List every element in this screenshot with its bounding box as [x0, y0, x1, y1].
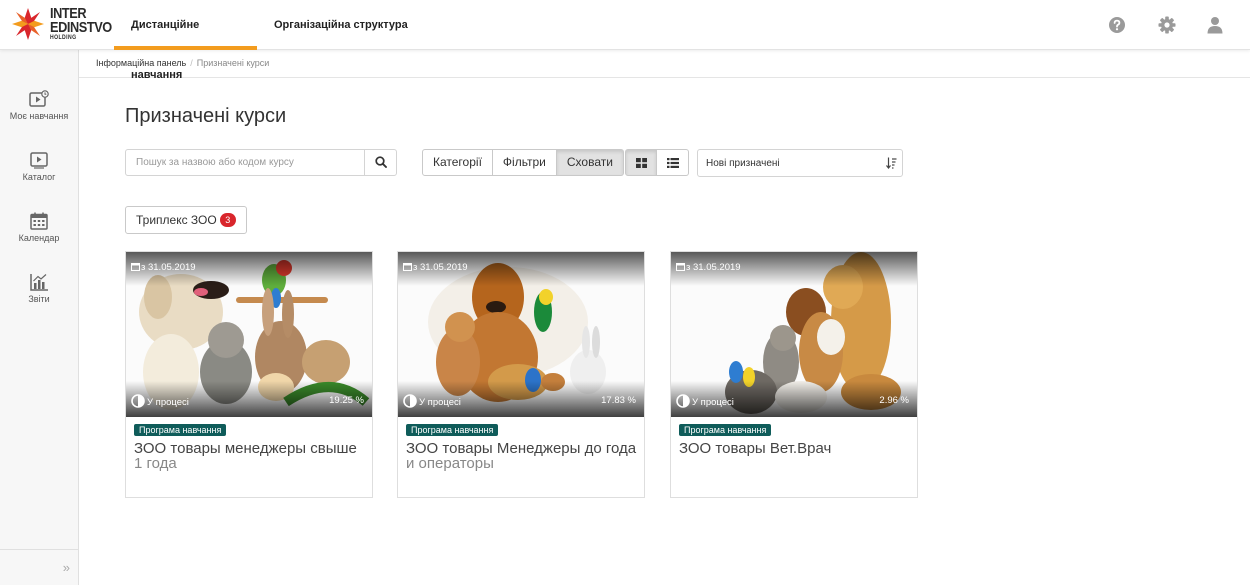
course-card[interactable]: з 31.05.2019 У процесі 19.25 % Програма … — [125, 251, 373, 498]
program-label: Програма навчання — [406, 424, 499, 436]
course-status: У процесі — [131, 394, 189, 408]
half-circle-progress-icon — [676, 394, 690, 408]
calendar-icon — [30, 212, 48, 230]
company-logo[interactable]: INTER EDINSTVO HOLDING — [10, 5, 112, 44]
course-title[interactable]: ЗОО товары менеджеры свыше 1 года — [134, 441, 366, 471]
user-icon[interactable] — [1206, 16, 1224, 34]
grid-view-button[interactable] — [625, 149, 657, 176]
course-status-text: У процесі — [147, 397, 189, 408]
sidebar-item-my-learning[interactable]: Моє навчання — [0, 90, 78, 140]
tab-org-structure[interactable]: Організаційна структура — [257, 0, 425, 50]
hide-button[interactable]: Сховати — [556, 149, 624, 176]
course-title[interactable]: ЗОО товары Вет.Врач — [679, 441, 911, 456]
settings-icon[interactable] — [1158, 16, 1176, 34]
course-status: У процесі — [403, 394, 461, 408]
breadcrumb: Інформаційна панель / Призначені курси — [96, 58, 269, 68]
help-icon[interactable] — [1108, 16, 1126, 34]
calendar-icon — [131, 263, 140, 271]
breadcrumb-current: Призначені курси — [196, 58, 270, 68]
left-sidebar: Моє навчання Каталог Календар Звіти » — [0, 50, 79, 585]
list-view-button[interactable] — [657, 149, 689, 176]
sidebar-item-catalog[interactable]: Каталог — [0, 151, 78, 201]
program-label: Програма навчання — [679, 424, 772, 436]
course-progress: 19.25 % — [329, 395, 364, 406]
sort-descending-icon — [886, 157, 897, 169]
course-progress: 17.83 % — [601, 395, 636, 406]
sidebar-item-label: Календар — [18, 233, 60, 243]
course-date: з 31.05.2019 — [676, 262, 741, 273]
page-title: Призначені курси — [125, 105, 287, 127]
logo-star-icon — [12, 8, 44, 40]
search-input[interactable] — [126, 150, 366, 175]
course-date-text: з 31.05.2019 — [686, 262, 741, 273]
sidebar-item-label: Звіти — [28, 294, 50, 304]
half-circle-progress-icon — [403, 394, 417, 408]
logo-wordmark: INTER EDINSTVO HOLDING — [50, 5, 112, 41]
sidebar-item-calendar[interactable]: Календар — [0, 212, 78, 262]
breadcrumb-bar: Інформаційна панель / Призначені курси — [79, 50, 1250, 78]
view-mode-group — [625, 149, 689, 176]
grid-view-icon — [636, 158, 647, 168]
list-view-icon — [667, 158, 679, 168]
course-date: з 31.05.2019 — [131, 262, 196, 273]
course-date-text: з 31.05.2019 — [141, 262, 196, 273]
sidebar-item-reports[interactable]: Звіти — [0, 273, 78, 323]
course-title[interactable]: ЗОО товары Менеджеры до года и операторы — [406, 441, 638, 471]
calendar-icon — [676, 263, 685, 271]
top-navbar: INTER EDINSTVO HOLDING Дистанційне навча… — [0, 0, 1250, 81]
count-badge: 3 — [219, 213, 236, 227]
search-icon — [375, 156, 387, 168]
tab-distance-learning[interactable]: Дистанційне навчання — [114, 0, 257, 81]
course-status-text: У процесі — [692, 397, 734, 408]
course-title-rest: 1 года — [134, 455, 177, 472]
sidebar-collapse-button[interactable]: » — [0, 549, 78, 585]
filter-button-group: Категорії Фільтри Сховати — [422, 149, 624, 176]
my-learning-icon — [29, 90, 49, 107]
course-image: з 31.05.2019 У процесі 19.25 % — [126, 252, 372, 417]
half-circle-progress-icon — [131, 394, 145, 408]
calendar-icon — [403, 263, 412, 271]
filters-button[interactable]: Фільтри — [492, 149, 557, 176]
categories-button[interactable]: Категорії — [422, 149, 493, 176]
sort-select-value: Нові призначені — [706, 158, 780, 169]
course-progress: 2.96 % — [879, 395, 909, 406]
program-label: Програма навчання — [134, 424, 227, 436]
course-image: з 31.05.2019 У процесі 2.96 % — [671, 252, 917, 417]
course-title-main: ЗОО товары Вет.Врач — [679, 440, 832, 457]
sidebar-item-label: Моє навчання — [9, 111, 69, 121]
course-date-text: з 31.05.2019 — [413, 262, 468, 273]
search-button[interactable] — [364, 150, 396, 175]
sort-select[interactable]: Нові призначені — [697, 149, 903, 177]
course-image: з 31.05.2019 У процесі 17.83 % — [398, 252, 644, 417]
course-date: з 31.05.2019 — [403, 262, 468, 273]
breadcrumb-separator: / — [190, 58, 193, 68]
reports-icon — [30, 274, 48, 291]
category-filter-chip[interactable]: Триплекс ЗОО 3 — [125, 206, 247, 234]
course-status-text: У процесі — [419, 397, 461, 408]
course-title-rest: и операторы — [406, 455, 494, 472]
search-box — [125, 149, 397, 176]
course-card[interactable]: з 31.05.2019 У процесі 17.83 % Програма … — [397, 251, 645, 498]
sidebar-item-label: Каталог — [22, 172, 56, 182]
category-filter-label: Триплекс ЗОО — [136, 213, 217, 227]
course-card[interactable]: з 31.05.2019 У процесі 2.96 % Програма н… — [670, 251, 918, 498]
course-status: У процесі — [676, 394, 734, 408]
catalog-icon — [30, 152, 48, 169]
